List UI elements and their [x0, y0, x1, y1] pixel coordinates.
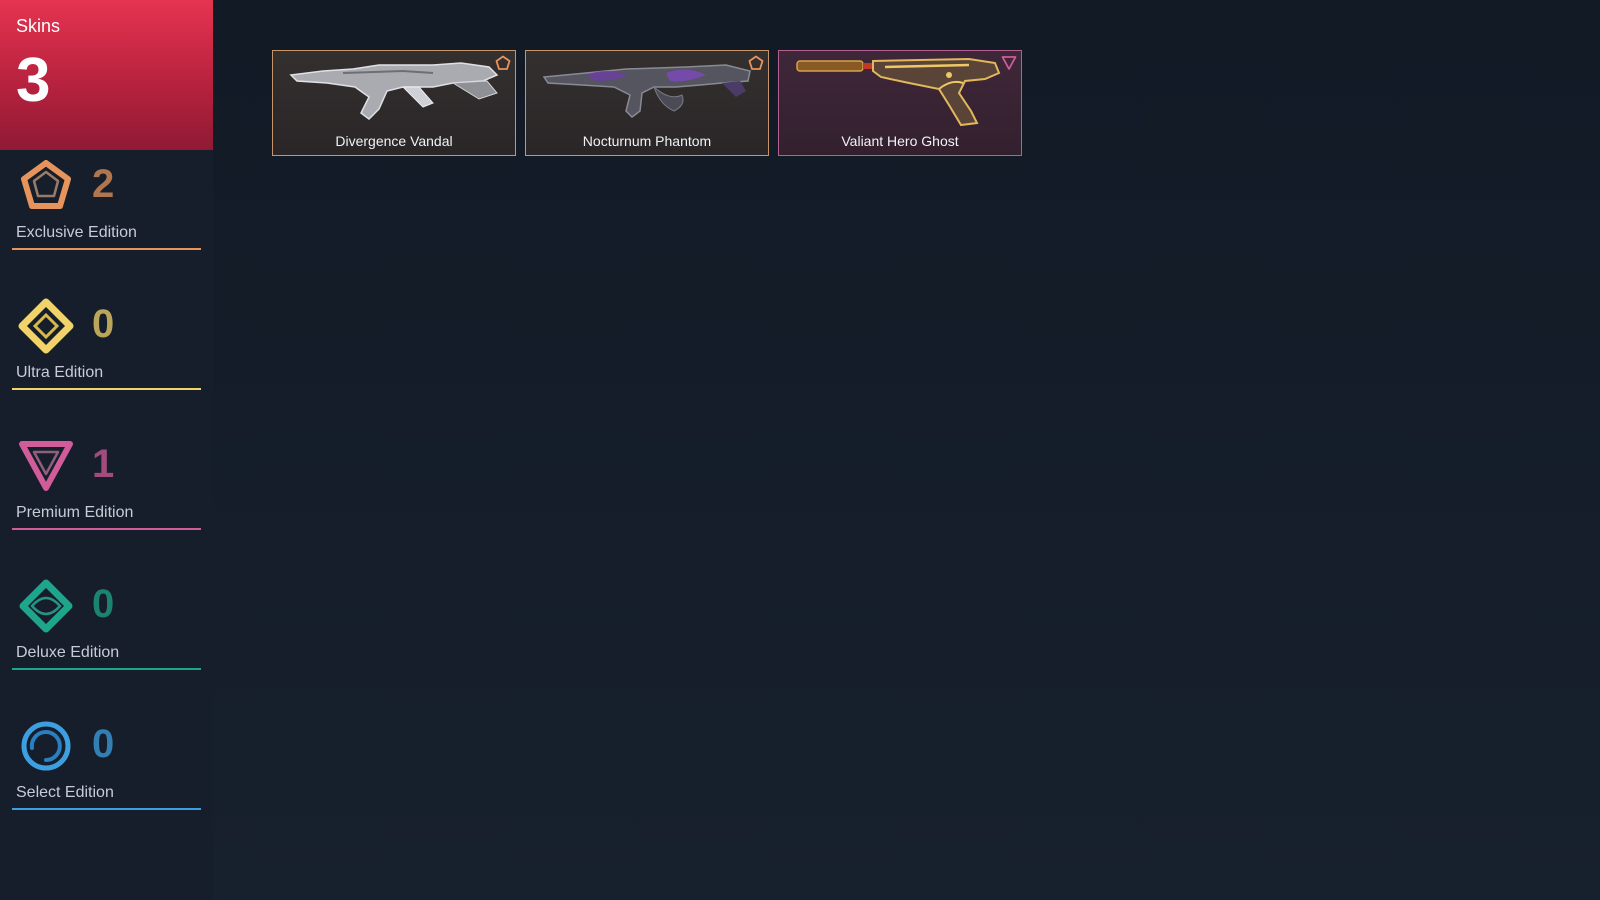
skin-name: Valiant Hero Ghost — [841, 133, 959, 149]
skin-name: Divergence Vandal — [335, 133, 453, 149]
exclusive-edition-icon — [18, 158, 74, 214]
tier-ultra-count: 0 — [92, 302, 115, 346]
tier-premium-edition[interactable]: 1 Premium Edition — [12, 438, 201, 530]
valiant-hero-ghost-image — [789, 53, 1013, 129]
skin-card-divergence-vandal[interactable]: Divergence Vandal — [272, 50, 516, 156]
tier-exclusive-count: 2 — [92, 162, 115, 206]
tier-ultra-edition[interactable]: 0 Ultra Edition — [12, 298, 201, 390]
skin-grid: Divergence Vandal Nocturnum Phantom Vali… — [272, 50, 1022, 156]
ultra-edition-icon — [18, 298, 74, 354]
skin-card-valiant-hero-ghost[interactable]: Valiant Hero Ghost — [778, 50, 1022, 156]
tier-select-count: 0 — [92, 722, 115, 766]
deluxe-edition-icon — [18, 578, 74, 634]
skin-card-nocturnum-phantom[interactable]: Nocturnum Phantom — [525, 50, 769, 156]
nocturnum-phantom-image — [536, 53, 760, 129]
premium-edition-icon — [1001, 55, 1017, 71]
tier-premium-count: 1 — [92, 442, 115, 486]
sidebar: Skins 3 2 Exclusive Edition 0 Ultra Edit… — [0, 0, 213, 900]
skins-panel: Divergence Vandal Nocturnum Phantom Vali… — [213, 0, 1600, 900]
tier-deluxe-count: 0 — [92, 582, 115, 626]
select-edition-icon — [18, 718, 74, 774]
divergence-vandal-image — [283, 53, 507, 129]
exclusive-edition-icon — [748, 55, 764, 71]
skins-total-label: Skins — [16, 16, 61, 36]
tier-select-edition[interactable]: 0 Select Edition — [12, 718, 201, 810]
skins-total-count: 3 — [16, 46, 51, 115]
tier-select-label: Select Edition — [16, 784, 114, 801]
tier-ultra-label: Ultra Edition — [16, 364, 104, 381]
tier-exclusive-edition[interactable]: 2 Exclusive Edition — [12, 158, 201, 250]
exclusive-edition-icon — [495, 55, 511, 71]
tier-premium-label: Premium Edition — [16, 504, 134, 521]
skin-name: Nocturnum Phantom — [582, 133, 712, 149]
premium-edition-icon — [18, 438, 74, 494]
tier-deluxe-edition[interactable]: 0 Deluxe Edition — [12, 578, 201, 670]
tier-exclusive-label: Exclusive Edition — [16, 224, 137, 241]
collection-screen: Skins 3 2 Exclusive Edition 0 Ultra Edit… — [0, 0, 1600, 900]
tier-deluxe-label: Deluxe Edition — [16, 644, 120, 661]
skins-total-card[interactable]: Skins 3 — [0, 0, 213, 150]
